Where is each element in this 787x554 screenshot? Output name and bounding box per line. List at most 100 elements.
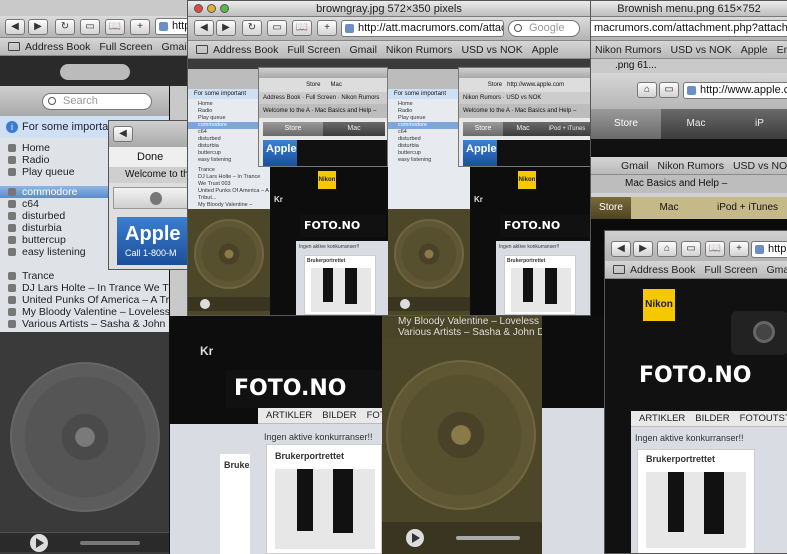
mini-dark-area bbox=[497, 140, 590, 166]
site-icon bbox=[159, 22, 168, 31]
home-icon[interactable]: ⌂ bbox=[637, 82, 657, 98]
menu-artikler[interactable]: ARTIKLER bbox=[266, 408, 312, 424]
right-url-field[interactable]: macrumors.com/attachment.php?attachmenti… bbox=[591, 20, 787, 37]
track-row[interactable]: Trance bbox=[0, 270, 169, 282]
back-icon[interactable]: ◀ bbox=[5, 19, 25, 35]
play-button[interactable] bbox=[406, 529, 424, 547]
bookmark-engadget[interactable]: Engadget bbox=[777, 41, 787, 58]
bookmark-full-screen[interactable]: Full Screen bbox=[287, 41, 340, 58]
back-icon[interactable]: ◀ bbox=[611, 241, 631, 257]
forward-icon[interactable]: ▶ bbox=[216, 20, 236, 36]
volume-slider[interactable] bbox=[80, 541, 140, 545]
bookmark-icon[interactable]: 📖 bbox=[705, 241, 725, 257]
track-label[interactable]: Various Artists – Sasha & John Digw... bbox=[398, 327, 542, 338]
bookmark-address-book[interactable]: Address Book bbox=[25, 38, 90, 55]
add-icon[interactable]: + bbox=[317, 20, 337, 36]
play-button[interactable] bbox=[200, 299, 210, 309]
apple-logo-bar[interactable] bbox=[113, 187, 193, 209]
nav-mac[interactable]: Mac bbox=[661, 109, 731, 139]
play-button[interactable] bbox=[30, 534, 48, 552]
bookmark-apple[interactable]: Apple bbox=[741, 41, 768, 58]
mini-nav-store[interactable]: Store bbox=[263, 122, 323, 136]
bookmark-nikon-rumors[interactable]: Nikon Rumors bbox=[657, 157, 724, 174]
mini-store[interactable]: Store bbox=[488, 82, 502, 88]
track-label: Trance bbox=[22, 270, 55, 282]
bookmark-nikon-rumors[interactable]: Nikon Rumors bbox=[595, 41, 662, 58]
track-row[interactable]: DJ Lars Holte – In Trance We Trust 003 bbox=[0, 282, 169, 294]
nav2-store[interactable]: Store bbox=[591, 197, 631, 219]
bookmark-usd-vs-nok[interactable]: USD vs NOK bbox=[671, 41, 732, 58]
bookmark-apple[interactable]: Apple bbox=[532, 41, 559, 58]
transport-buttons[interactable] bbox=[60, 64, 130, 80]
bookmark-nikon-rumors[interactable]: Nikon Rumors bbox=[386, 41, 453, 58]
mini-store[interactable]: Store bbox=[306, 82, 320, 88]
volume-slider[interactable] bbox=[456, 536, 520, 540]
back-icon[interactable]: ◀ bbox=[194, 20, 214, 36]
book-icon[interactable] bbox=[613, 265, 625, 274]
bookmark-gmail[interactable]: Gmail bbox=[621, 157, 648, 174]
close-icon[interactable] bbox=[194, 4, 203, 13]
bookmark-icon[interactable]: 📖 bbox=[105, 19, 125, 35]
left-url-field[interactable]: http bbox=[155, 18, 190, 35]
nikon-url-field[interactable]: http bbox=[751, 241, 787, 258]
bookmark-gmail[interactable]: Gmail bbox=[349, 41, 376, 58]
menu-fotoutstyr[interactable]: FOTOUTSTYR bbox=[740, 411, 787, 427]
screen-icon[interactable]: ▭ bbox=[267, 20, 287, 36]
book-icon[interactable] bbox=[8, 42, 20, 51]
track-row[interactable]: United Punks Of America – A Tribut... bbox=[0, 294, 169, 306]
nav2-mac[interactable]: Mac bbox=[631, 197, 707, 219]
mini-apple-promo[interactable]: Apple bbox=[463, 140, 497, 166]
bookmark-usd-vs-nok[interactable]: USD vs NOK bbox=[733, 157, 787, 174]
book-icon[interactable] bbox=[196, 45, 208, 54]
bookmark-gmail[interactable]: Gmail bbox=[161, 38, 188, 55]
home-icon[interactable]: ⌂ bbox=[657, 241, 677, 257]
add-icon[interactable]: + bbox=[729, 241, 749, 257]
bookmark-address-book[interactable]: Address Book bbox=[630, 261, 695, 278]
center-search-field[interactable]: Google bbox=[508, 20, 580, 37]
track-row[interactable]: Various Artists – Sasha & John Digw... bbox=[0, 318, 169, 330]
menu-bilder[interactable]: BILDER bbox=[322, 408, 356, 424]
forward-icon[interactable]: ▶ bbox=[28, 19, 48, 35]
mini-titlebar bbox=[259, 68, 387, 78]
bookmark-full-screen[interactable]: Full Screen bbox=[99, 38, 152, 55]
playlist-label: buttercup bbox=[22, 234, 66, 246]
bookmark-full-screen[interactable]: Full Screen bbox=[704, 261, 757, 278]
right-tab-strip[interactable]: .png 61... bbox=[591, 59, 787, 73]
mini-apple-promo[interactable]: Apple bbox=[263, 140, 297, 166]
menu-artikler[interactable]: ARTIKLER bbox=[639, 411, 685, 427]
apple-promo[interactable]: Apple Call 1-800-M bbox=[117, 217, 193, 265]
add-icon[interactable]: + bbox=[130, 19, 150, 35]
site-icon bbox=[345, 24, 354, 33]
desktop-collage: ◀ ▶ ↻ ▭ 📖 + http Address Book Full Screen… bbox=[0, 0, 787, 554]
right-inner-url[interactable]: http://www.apple.com bbox=[683, 82, 787, 99]
menu-bilder[interactable]: BILDER bbox=[695, 411, 729, 427]
nav-store[interactable]: Store bbox=[591, 109, 661, 139]
screen-icon[interactable]: ▭ bbox=[80, 19, 100, 35]
track-row[interactable]: My Bloody Valentine – Loveless bbox=[0, 306, 169, 318]
tab-welcome[interactable]: Welcome to the A bbox=[109, 167, 193, 183]
itunes-search-field[interactable]: Search bbox=[42, 93, 152, 110]
mini-nav-store[interactable]: Store bbox=[463, 122, 503, 136]
mini-nav-mac[interactable]: Mac bbox=[503, 122, 543, 136]
bookmark-address-book[interactable]: Address Book bbox=[213, 41, 278, 58]
back-icon[interactable]: ◀ bbox=[113, 126, 133, 142]
bookmark-usd-vs-nok[interactable]: USD vs NOK bbox=[461, 41, 522, 58]
center-url-field[interactable]: http://att.macrumors.com/attachn bbox=[341, 20, 504, 37]
nav-ipod[interactable]: iP bbox=[731, 109, 787, 139]
right-breadcrumb-tab[interactable]: Mac Basics and Help – bbox=[591, 175, 787, 193]
nav2-ipod[interactable]: iPod + iTunes bbox=[707, 197, 787, 219]
mini-nav-ipod[interactable]: iPod + iTunes bbox=[543, 122, 590, 136]
mini-nav-mac[interactable]: Mac bbox=[323, 122, 385, 136]
forward-icon[interactable]: ▶ bbox=[633, 241, 653, 257]
screen-icon[interactable]: ▭ bbox=[681, 241, 701, 257]
bookmark-gmail[interactable]: Gmai bbox=[766, 261, 787, 278]
play-button[interactable] bbox=[400, 299, 410, 309]
track-label[interactable]: My Bloody Valentine – Loveless bbox=[398, 316, 542, 327]
bookmark-icon[interactable]: 📖 bbox=[292, 20, 312, 36]
reload-icon[interactable]: ↻ bbox=[55, 19, 75, 35]
screen-icon[interactable]: ▭ bbox=[659, 82, 679, 98]
minimize-icon[interactable] bbox=[207, 4, 216, 13]
mini-mac[interactable]: Mac bbox=[331, 82, 342, 88]
zoom-icon[interactable] bbox=[220, 4, 229, 13]
reload-icon[interactable]: ↻ bbox=[242, 20, 262, 36]
